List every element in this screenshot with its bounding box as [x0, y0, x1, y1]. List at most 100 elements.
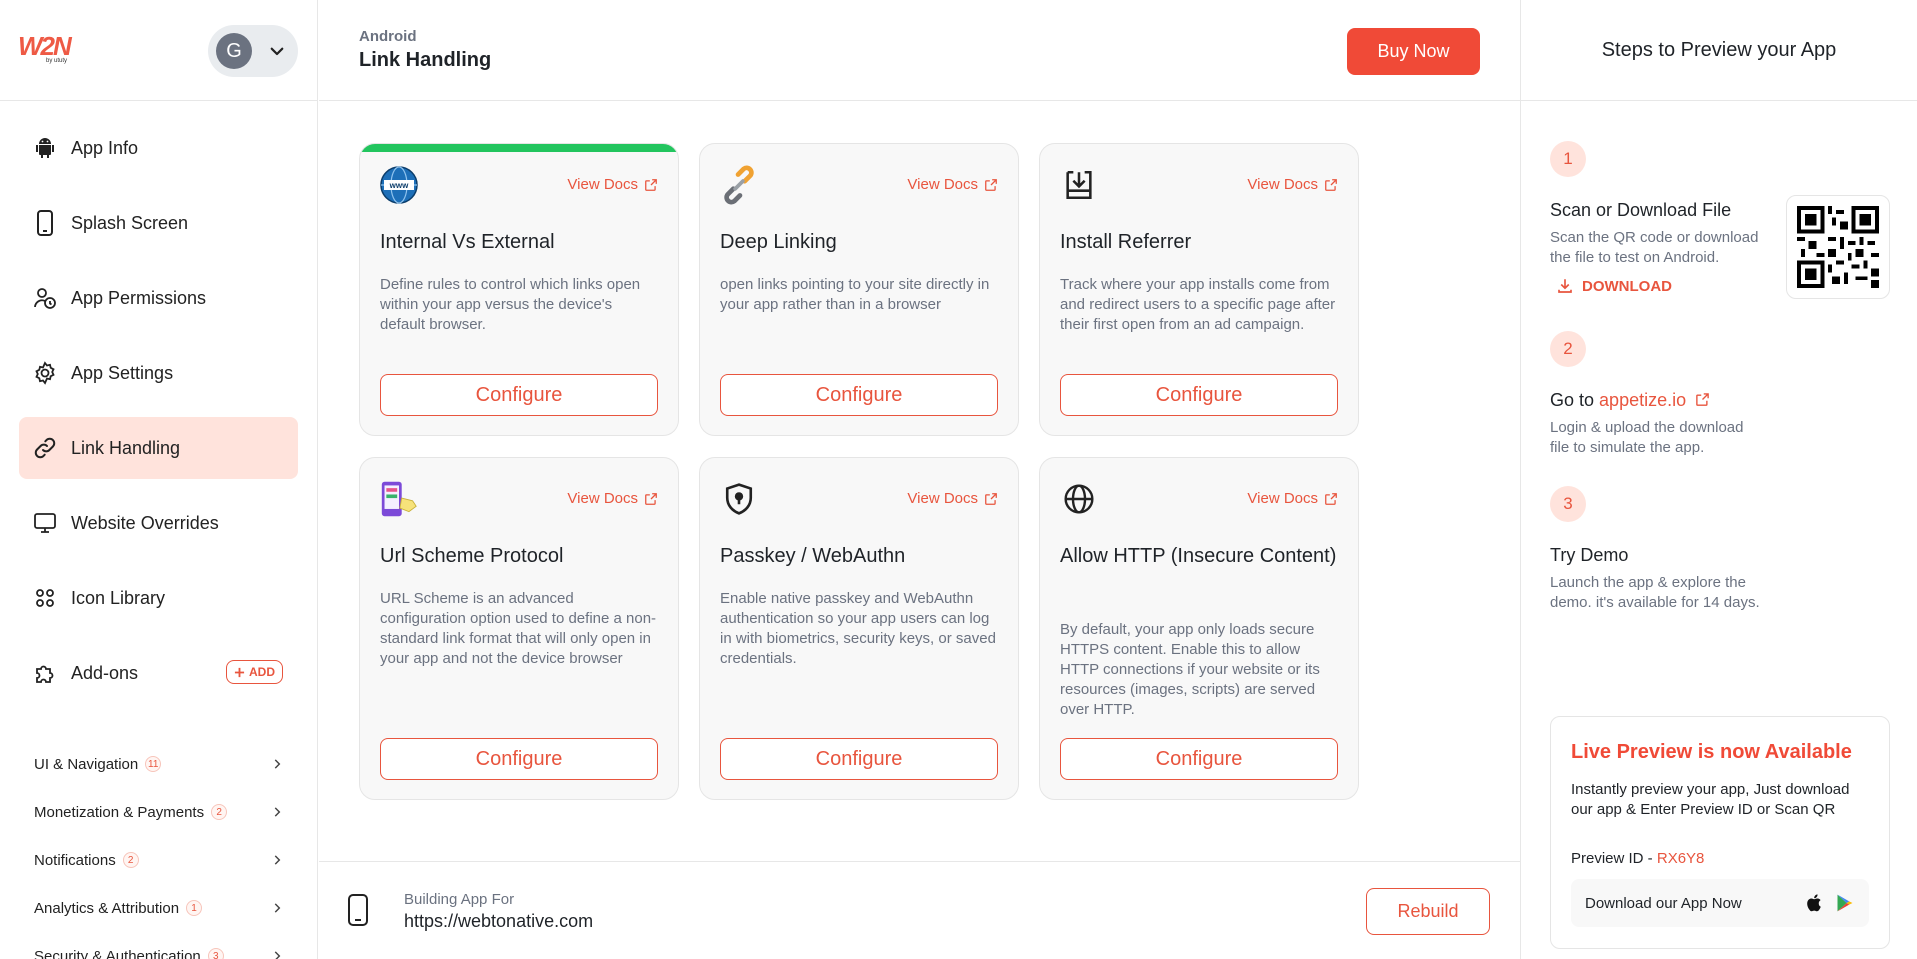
phone-icon — [33, 210, 57, 236]
view-docs-link[interactable]: View Docs — [907, 490, 998, 507]
step-number: 3 — [1550, 486, 1586, 522]
card-install-referrer: View Docs Install Referrer Track where y… — [1039, 143, 1359, 436]
group-ui-navigation[interactable]: UI & Navigation 11 — [34, 740, 284, 788]
sidebar: W2N by ututy G App Info Splash Screen Ap… — [0, 0, 318, 959]
group-monetization-payments[interactable]: Monetization & Payments 2 — [34, 788, 284, 836]
external-link-icon — [1325, 178, 1337, 191]
sidebar-item-icon-library[interactable]: Icon Library — [19, 567, 298, 629]
card-title: Install Referrer — [1060, 231, 1192, 253]
sidebar-item-app-settings[interactable]: App Settings — [19, 342, 298, 404]
puzzle-icon — [33, 661, 57, 685]
building-url: https://webtonative.com — [404, 911, 594, 931]
chain-link-icon — [720, 165, 758, 205]
add-addon-button[interactable]: ADD — [226, 660, 283, 684]
card-deep-linking: View Docs Deep Linking open links pointi… — [699, 143, 1019, 436]
card-description: Enable native passkey and WebAuthn authe… — [720, 590, 996, 667]
avatar: G — [216, 33, 252, 69]
sidebar-item-link-handling[interactable]: Link Handling — [19, 417, 298, 479]
store-icons — [1805, 892, 1855, 914]
card-internal-vs-external: www View Docs Internal Vs External Defin… — [359, 143, 679, 436]
phone-icon — [348, 894, 368, 926]
download-tray-icon — [1060, 166, 1098, 204]
download-button[interactable]: DOWNLOAD — [1556, 277, 1672, 295]
configure-button[interactable]: Configure — [1060, 738, 1338, 780]
card-title: Internal Vs External — [380, 231, 555, 253]
card-url-scheme-protocol: View Docs Url Scheme Protocol URL Scheme… — [359, 457, 679, 800]
google-play-icon[interactable] — [1835, 892, 1855, 914]
sidebar-item-label: App Info — [71, 137, 139, 158]
count-badge: 2 — [122, 852, 139, 868]
preview-id-value: RX6Y8 — [1656, 850, 1705, 867]
group-label: Security & Authentication — [34, 947, 201, 959]
step-title-prefix: Go to — [1550, 390, 1595, 410]
logo-mark: W2N — [18, 31, 72, 61]
group-analytics-attribution[interactable]: Analytics & Attribution 1 — [34, 884, 284, 932]
page-header: Android Link Handling Buy Now — [319, 0, 1520, 101]
logo-subtitle: by ututy — [46, 58, 68, 64]
preview-id: Preview ID - RX6Y8 — [1571, 850, 1704, 867]
sidebar-item-website-overrides[interactable]: Website Overrides — [19, 492, 298, 554]
card-description: open links pointing to your site directl… — [720, 276, 990, 313]
card-allow-http: View Docs Allow HTTP (Insecure Content) … — [1039, 457, 1359, 800]
view-docs-link[interactable]: View Docs — [567, 176, 658, 193]
chevron-right-icon — [274, 855, 281, 865]
platform-label: Android — [359, 28, 417, 45]
appetize-link[interactable]: appetize.io — [1599, 390, 1686, 410]
group-notifications[interactable]: Notifications 2 — [34, 836, 284, 884]
group-label: Notifications — [34, 851, 116, 869]
sidebar-item-app-info[interactable]: App Info — [19, 117, 298, 179]
view-docs-label: View Docs — [567, 490, 638, 507]
page-title: Link Handling — [359, 49, 492, 71]
sidebar-item-app-permissions[interactable]: App Permissions — [19, 267, 298, 329]
apple-icon[interactable] — [1805, 892, 1825, 914]
count-badge: 3 — [207, 948, 224, 959]
sidebar-item-label: Icon Library — [71, 587, 166, 608]
main-content: www View Docs Internal Vs External Defin… — [319, 101, 1520, 861]
chevron-right-icon — [274, 951, 281, 959]
external-link-icon — [645, 178, 657, 191]
rebuild-button[interactable]: Rebuild — [1366, 888, 1490, 935]
android-icon — [33, 136, 57, 160]
sidebar-item-label: App Permissions — [71, 287, 207, 308]
group-label: UI & Navigation — [34, 755, 139, 773]
configure-button[interactable]: Configure — [380, 374, 658, 416]
external-link-icon — [645, 492, 657, 505]
configure-button[interactable]: Configure — [720, 374, 998, 416]
view-docs-link[interactable]: View Docs — [567, 490, 658, 507]
step-description: Scan the QR code or download the file to… — [1550, 229, 1759, 266]
sidebar-nav: App Info Splash Screen App Permissions A… — [19, 117, 298, 717]
view-docs-link[interactable]: View Docs — [1247, 490, 1338, 507]
sidebar-header: W2N by ututy G — [0, 0, 317, 101]
sidebar-item-label: Link Handling — [71, 437, 181, 458]
grid-icon — [33, 586, 57, 610]
building-label: Building App For — [404, 891, 515, 908]
build-footer: Building App For https://webtonative.com… — [319, 861, 1520, 959]
view-docs-label: View Docs — [907, 490, 978, 507]
sidebar-item-add-ons[interactable]: Add-ons ADD — [19, 642, 298, 704]
group-security-authentication[interactable]: Security & Authentication 3 — [34, 932, 284, 959]
count-badge: 11 — [145, 756, 162, 772]
configure-button[interactable]: Configure — [720, 738, 998, 780]
external-link-icon — [1696, 393, 1709, 406]
view-docs-link[interactable]: View Docs — [1247, 176, 1338, 193]
brand-logo[interactable]: W2N by ututy — [18, 33, 84, 67]
configure-button[interactable]: Configure — [1060, 374, 1338, 416]
addon-groups: UI & Navigation 11 Monetization & Paymen… — [34, 740, 284, 959]
external-link-icon — [985, 492, 997, 505]
sidebar-item-splash-screen[interactable]: Splash Screen — [19, 192, 298, 254]
live-preview-description: Instantly preview your app, Just downloa… — [1571, 781, 1850, 818]
sidebar-item-label: Add-ons — [71, 662, 139, 683]
step-title: Go to appetize.io — [1550, 390, 1710, 411]
view-docs-link[interactable]: View Docs — [907, 176, 998, 193]
step-description: Launch the app & explore the demo. it's … — [1550, 574, 1760, 611]
card-passkey-webauthn: View Docs Passkey / WebAuthn Enable nati… — [699, 457, 1019, 800]
monitor-icon — [33, 511, 57, 535]
view-docs-label: View Docs — [567, 176, 638, 193]
configure-button[interactable]: Configure — [380, 738, 658, 780]
group-label: Analytics & Attribution — [34, 899, 180, 917]
buy-now-button[interactable]: Buy Now — [1347, 28, 1480, 75]
download-app-banner[interactable]: Download our App Now — [1571, 879, 1869, 927]
account-menu[interactable]: G — [208, 25, 298, 77]
qr-code — [1786, 195, 1890, 299]
www-globe-icon: www — [380, 166, 418, 204]
